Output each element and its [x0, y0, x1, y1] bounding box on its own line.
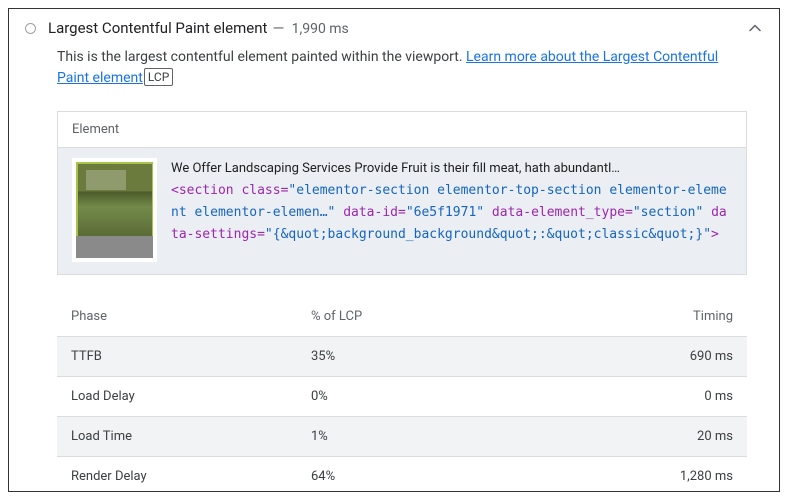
element-text-content: We Offer Landscaping Services Provide Fr… [171, 158, 732, 180]
separator: — [273, 19, 285, 37]
status-bullet-icon [25, 23, 36, 34]
audit-title: Largest Contentful Paint element [48, 19, 267, 37]
lcp-phase-table: Phase % of LCP Timing TTFB 35% 690 ms Lo… [57, 297, 747, 492]
cell-timing: 0 ms [559, 377, 747, 417]
element-html-snippet[interactable]: <section class="elementor-section elemen… [171, 180, 732, 246]
cell-timing: 690 ms [559, 337, 747, 377]
header-text: Largest Contentful Paint element — 1,990… [48, 19, 349, 37]
card-content: This is the largest contentful element p… [9, 47, 779, 492]
thumbnail-bar [76, 236, 153, 258]
cell-phase: Render Delay [57, 457, 297, 493]
thumbnail-image [76, 162, 153, 236]
cell-pct: 35% [297, 337, 559, 377]
col-phase: Phase [57, 297, 297, 337]
lcp-audit-card: Largest Contentful Paint element — 1,990… [8, 8, 780, 492]
element-panel-label: Element [58, 112, 746, 148]
table-header-row: Phase % of LCP Timing [57, 297, 747, 337]
collapse-toggle[interactable] [747, 20, 763, 36]
cell-pct: 0% [297, 377, 559, 417]
card-header[interactable]: Largest Contentful Paint element — 1,990… [9, 9, 779, 47]
cell-phase: Load Time [57, 417, 297, 457]
audit-description: This is the largest contentful element p… [57, 47, 747, 93]
col-pct: % of LCP [297, 297, 559, 337]
cell-pct: 64% [297, 457, 559, 493]
cell-phase: TTFB [57, 337, 297, 377]
audit-timing: 1,990 ms [292, 21, 349, 37]
cell-timing: 20 ms [559, 417, 747, 457]
table-row: Load Delay 0% 0 ms [57, 377, 747, 417]
chevron-up-icon [749, 24, 761, 32]
element-panel-body: We Offer Landscaping Services Provide Fr… [58, 148, 746, 274]
cell-timing: 1,280 ms [559, 457, 747, 493]
table-row: TTFB 35% 690 ms [57, 337, 747, 377]
table-row: Render Delay 64% 1,280 ms [57, 457, 747, 493]
cell-phase: Load Delay [57, 377, 297, 417]
lcp-badge: LCP [144, 68, 173, 86]
element-thumbnail [72, 158, 157, 262]
element-details: We Offer Landscaping Services Provide Fr… [171, 158, 732, 262]
element-panel: Element We Offer Landscaping Services Pr… [57, 111, 747, 275]
description-text: This is the largest contentful element p… [57, 49, 466, 65]
col-timing: Timing [559, 297, 747, 337]
table-row: Load Time 1% 20 ms [57, 417, 747, 457]
cell-pct: 1% [297, 417, 559, 457]
